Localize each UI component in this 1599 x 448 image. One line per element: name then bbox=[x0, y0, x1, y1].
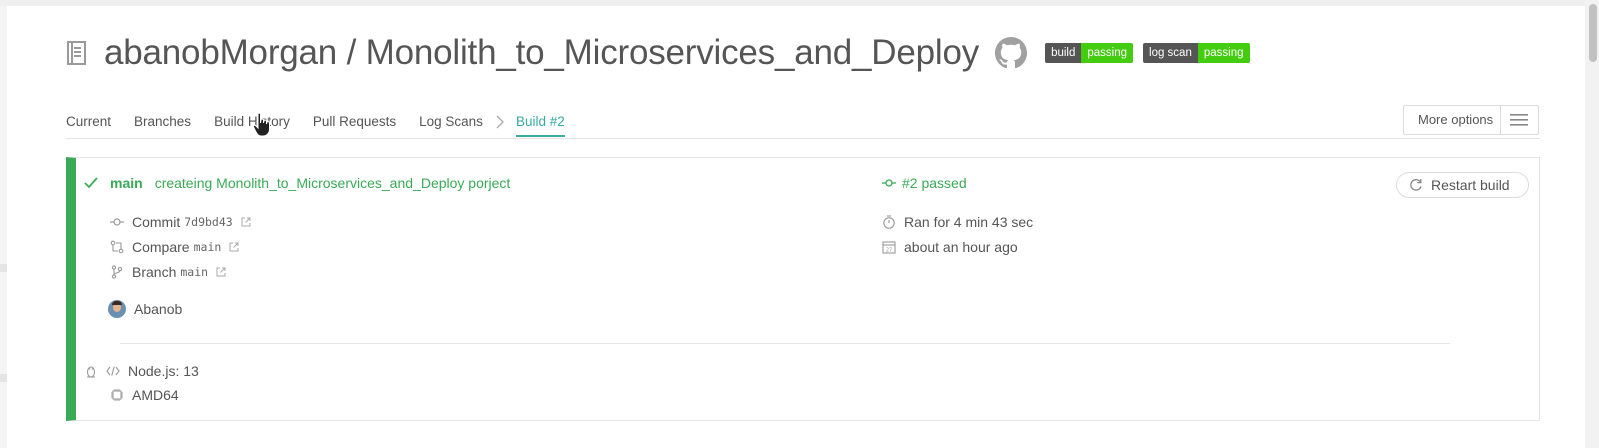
branch-row: Branch main bbox=[110, 264, 226, 280]
badge-status: passing bbox=[1197, 43, 1250, 63]
duration-row: Ran for 4 min 43 sec bbox=[882, 214, 1033, 230]
language-row: Node.js: 13 bbox=[84, 363, 199, 379]
build-title-row: main createing Monolith_to_Microservices… bbox=[84, 175, 510, 191]
build-branch-name[interactable]: main bbox=[110, 175, 143, 191]
language-version: Node.js: 13 bbox=[128, 363, 199, 379]
more-options-label: More options bbox=[1418, 112, 1494, 127]
tab-pull-requests[interactable]: Pull Requests bbox=[313, 112, 396, 138]
author-name[interactable]: Abanob bbox=[134, 301, 182, 317]
hamburger-menu-icon[interactable] bbox=[1499, 106, 1538, 134]
build-duration: Ran for 4 min 43 sec bbox=[904, 214, 1034, 230]
finished-row: 27 about an hour ago bbox=[882, 239, 1018, 255]
scrollbar[interactable] bbox=[1585, 0, 1599, 448]
compare-row: Compare main bbox=[110, 239, 239, 255]
tab-current[interactable]: Current bbox=[66, 112, 111, 138]
cpu-architecture: AMD64 bbox=[132, 387, 179, 403]
repo-title-separator: / bbox=[337, 33, 366, 72]
top-strip bbox=[0, 0, 1599, 6]
svg-text:27: 27 bbox=[886, 248, 892, 254]
tabs-divider bbox=[66, 138, 1540, 139]
build-status-badge[interactable]: build passing bbox=[1045, 43, 1134, 63]
chevron-right-icon bbox=[496, 115, 504, 129]
repo-header: abanobMorgan / Monolith_to_Microservices… bbox=[66, 30, 1250, 76]
stopwatch-icon bbox=[883, 215, 895, 229]
external-link-icon[interactable] bbox=[241, 217, 251, 227]
card-divider bbox=[120, 343, 1450, 344]
author-avatar bbox=[108, 300, 126, 318]
log-scan-status-badge[interactable]: log scan passing bbox=[1143, 43, 1250, 63]
build-status-text[interactable]: #2 passed bbox=[902, 175, 967, 191]
tab-branches[interactable]: Branches bbox=[134, 112, 191, 138]
restart-build-button[interactable]: Restart build bbox=[1396, 172, 1529, 198]
restart-icon bbox=[1410, 179, 1422, 191]
repo-name-link[interactable]: Monolith_to_Microservices_and_Deploy bbox=[366, 33, 980, 72]
tab-log-scans[interactable]: Log Scans bbox=[419, 112, 483, 138]
more-options-button[interactable]: More options bbox=[1403, 105, 1539, 135]
github-icon[interactable] bbox=[995, 37, 1028, 69]
branch-ref-link[interactable]: main bbox=[180, 265, 208, 279]
cpu-chip-icon bbox=[111, 389, 123, 401]
build-summary-card: main createing Monolith_to_Microservices… bbox=[66, 157, 1540, 421]
arch-row: AMD64 bbox=[110, 387, 179, 403]
check-icon bbox=[84, 177, 98, 189]
calendar-icon: 27 bbox=[882, 241, 896, 254]
commit-message[interactable]: createing Monolith_to_Microservices_and_… bbox=[155, 175, 511, 191]
build-finished-time: about an hour ago bbox=[904, 239, 1018, 255]
linux-tux-icon bbox=[86, 366, 96, 378]
commit-row: Commit 7d9bd43 bbox=[110, 214, 251, 230]
badge-status: passing bbox=[1081, 43, 1134, 63]
code-icon bbox=[106, 366, 120, 376]
repo-book-icon bbox=[67, 41, 86, 65]
repo-title: abanobMorgan / Monolith_to_Microservices… bbox=[104, 33, 979, 73]
commit-icon bbox=[110, 218, 124, 226]
branch-icon bbox=[111, 265, 123, 279]
compare-ref-link[interactable]: main bbox=[194, 240, 222, 254]
commit-sha-link[interactable]: 7d9bd43 bbox=[184, 215, 232, 229]
hand-pointer-cursor-icon bbox=[252, 112, 270, 137]
commit-label: Commit bbox=[132, 214, 181, 230]
repo-owner-link[interactable]: abanobMorgan bbox=[104, 33, 337, 72]
external-link-icon[interactable] bbox=[216, 267, 226, 277]
branch-label: Branch bbox=[132, 264, 177, 280]
compare-label: Compare bbox=[132, 239, 190, 255]
commit-icon bbox=[882, 179, 896, 187]
repo-tabs: Current Branches Build History Pull Requ… bbox=[66, 112, 588, 138]
author-row: Abanob bbox=[108, 300, 182, 318]
external-link-icon[interactable] bbox=[229, 242, 239, 252]
tab-build-current[interactable]: Build #2 bbox=[515, 112, 565, 137]
left-edge bbox=[0, 6, 7, 448]
build-status: #2 passed bbox=[882, 175, 967, 191]
compare-icon bbox=[110, 240, 124, 254]
badge-label: build bbox=[1045, 43, 1082, 63]
badge-label: log scan bbox=[1143, 43, 1198, 63]
restart-build-label: Restart build bbox=[1431, 177, 1510, 193]
scrollbar-thumb[interactable] bbox=[1589, 4, 1597, 62]
